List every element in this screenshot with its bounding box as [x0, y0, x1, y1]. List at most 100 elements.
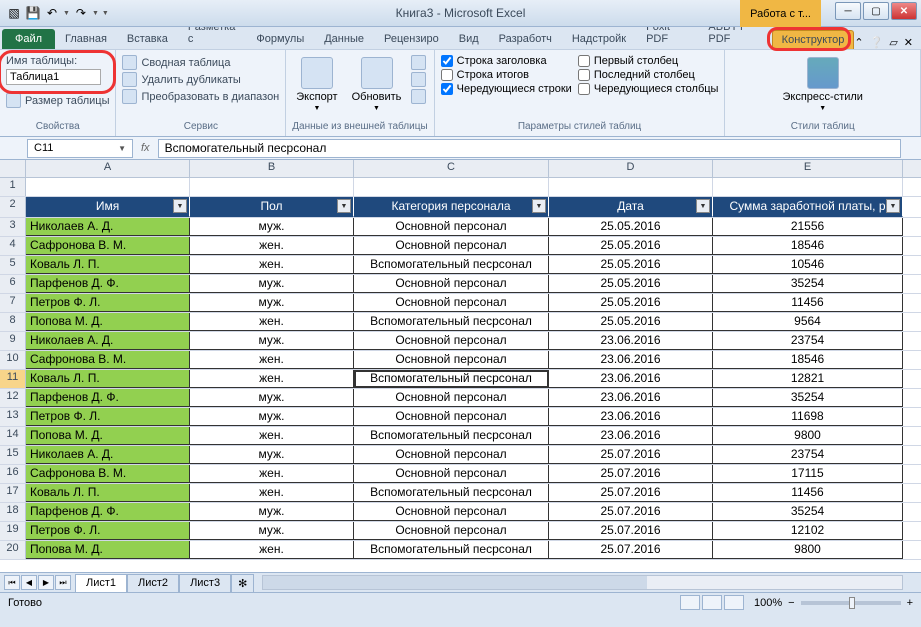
chk-last-col[interactable]: Последний столбец	[578, 69, 719, 81]
qat-customize-icon[interactable]: ▼	[102, 10, 109, 17]
redo-icon[interactable]: ↷	[73, 5, 89, 21]
zoom-slider[interactable]	[801, 601, 901, 605]
cell[interactable]: Основной персонал	[354, 465, 549, 483]
cell[interactable]: 23.06.2016	[549, 408, 713, 426]
horizontal-scrollbar[interactable]	[262, 575, 903, 590]
row-header[interactable]: 3	[0, 218, 26, 236]
cell[interactable]: Петров Ф. Л.	[26, 294, 190, 312]
cell[interactable]: Коваль Л. П.	[26, 256, 190, 274]
cell[interactable]: 35254	[713, 275, 903, 293]
sheet-tab[interactable]: Лист2	[127, 574, 179, 592]
cell[interactable]: Парфенов Д. Ф.	[26, 503, 190, 521]
cell[interactable]: Вспомогательный песрсонал	[354, 484, 549, 502]
cell[interactable]: 35254	[713, 389, 903, 407]
row-header[interactable]: 17	[0, 484, 26, 502]
cell[interactable]: 23754	[713, 332, 903, 350]
insert-sheet-button[interactable]: ✻	[231, 574, 254, 592]
close-workbook-icon[interactable]: ✕	[904, 36, 913, 49]
cell[interactable]: 25.05.2016	[549, 294, 713, 312]
zoom-level[interactable]: 100%	[754, 597, 782, 609]
table-header[interactable]: Дата▼	[549, 197, 713, 217]
chk-banded-cols[interactable]: Чередующиеся столбцы	[578, 83, 719, 95]
row-header[interactable]: 1	[0, 178, 26, 196]
row-header[interactable]: 13	[0, 408, 26, 426]
cell[interactable]: жен.	[190, 237, 354, 255]
cell[interactable]: муж.	[190, 294, 354, 312]
restore-window-icon[interactable]: ▱	[889, 36, 897, 49]
chk-first-col[interactable]: Первый столбец	[578, 55, 719, 67]
cell[interactable]: муж.	[190, 275, 354, 293]
cell[interactable]: Попова М. Д.	[26, 541, 190, 559]
cell[interactable]: муж.	[190, 408, 354, 426]
row-header[interactable]: 4	[0, 237, 26, 255]
cell[interactable]: 11698	[713, 408, 903, 426]
cell[interactable]: 25.07.2016	[549, 446, 713, 464]
cell[interactable]	[26, 178, 190, 196]
resize-table-button[interactable]: Размер таблицы	[6, 93, 109, 108]
cell[interactable]: 9564	[713, 313, 903, 331]
cell[interactable]: Петров Ф. Л.	[26, 522, 190, 540]
tab-главная[interactable]: Главная	[55, 29, 117, 49]
cell[interactable]: Основной персонал	[354, 522, 549, 540]
refresh-button[interactable]: Обновить▼	[348, 55, 406, 114]
cell[interactable]: Основной персонал	[354, 446, 549, 464]
cell[interactable]: 23.06.2016	[549, 370, 713, 388]
cell[interactable]: 25.05.2016	[549, 237, 713, 255]
cell[interactable]: муж.	[190, 522, 354, 540]
tab-constructor[interactable]: Конструктор	[772, 30, 855, 49]
remove-duplicates-button[interactable]: Удалить дубликаты	[122, 72, 279, 87]
tab-вставка[interactable]: Вставка	[117, 29, 178, 49]
maximize-button[interactable]: ▢	[863, 2, 889, 20]
table-header[interactable]: Пол▼	[190, 197, 354, 217]
col-header-C[interactable]: C	[354, 160, 549, 177]
chk-total-row[interactable]: Строка итогов	[441, 69, 572, 81]
view-normal-button[interactable]	[680, 595, 700, 610]
table-header[interactable]: Категория персонала▼	[354, 197, 549, 217]
row-header[interactable]: 16	[0, 465, 26, 483]
row-header[interactable]: 7	[0, 294, 26, 312]
filter-dropdown-icon[interactable]: ▼	[337, 199, 351, 213]
cell[interactable]: Сафронова В. М.	[26, 351, 190, 369]
redo-dropdown-icon[interactable]: ▼	[92, 10, 99, 17]
namebox-dropdown-icon[interactable]: ▼	[118, 144, 126, 153]
ext-link-3[interactable]	[411, 89, 426, 104]
cell[interactable]: 23.06.2016	[549, 389, 713, 407]
cell[interactable]: муж.	[190, 332, 354, 350]
cell[interactable]: жен.	[190, 427, 354, 445]
view-pagebreak-button[interactable]	[724, 595, 744, 610]
filter-dropdown-icon[interactable]: ▼	[696, 199, 710, 213]
cell[interactable]: Вспомогательный песрсонал	[354, 256, 549, 274]
chk-banded-rows[interactable]: Чередующиеся строки	[441, 83, 572, 95]
row-header[interactable]: 5	[0, 256, 26, 274]
row-header[interactable]: 11	[0, 370, 26, 388]
cell[interactable]: Основной персонал	[354, 332, 549, 350]
row-header[interactable]: 20	[0, 541, 26, 559]
tab-file[interactable]: Файл	[2, 29, 55, 49]
cell[interactable]: 12102	[713, 522, 903, 540]
cell[interactable]: Николаев А. Д.	[26, 218, 190, 236]
filter-dropdown-icon[interactable]: ▼	[173, 199, 187, 213]
sheet-tab[interactable]: Лист1	[75, 574, 127, 592]
cell[interactable]: 21556	[713, 218, 903, 236]
close-button[interactable]: ✕	[891, 2, 917, 20]
cell[interactable]: 23754	[713, 446, 903, 464]
zoom-in-button[interactable]: +	[907, 597, 913, 609]
chk-header-row[interactable]: Строка заголовка	[441, 55, 572, 67]
select-all-button[interactable]	[0, 160, 26, 177]
table-header[interactable]: Сумма заработной платы, р▼	[713, 197, 903, 217]
cell[interactable]	[190, 178, 354, 196]
cell[interactable]: 12821	[713, 370, 903, 388]
filter-dropdown-icon[interactable]: ▼	[886, 199, 900, 213]
ext-link-2[interactable]	[411, 72, 426, 87]
cell[interactable]: Попова М. Д.	[26, 427, 190, 445]
cell[interactable]	[549, 178, 713, 196]
cell[interactable]: Вспомогательный песрсонал	[354, 370, 549, 388]
cell[interactable]: 23.06.2016	[549, 332, 713, 350]
help-icon[interactable]: ❔	[870, 36, 884, 49]
cell[interactable]: Коваль Л. П.	[26, 370, 190, 388]
cell[interactable]: Парфенов Д. Ф.	[26, 389, 190, 407]
row-header[interactable]: 9	[0, 332, 26, 350]
cell[interactable]: 25.05.2016	[549, 256, 713, 274]
cell[interactable]: Основной персонал	[354, 237, 549, 255]
tab-рецензиро[interactable]: Рецензиро	[374, 29, 449, 49]
